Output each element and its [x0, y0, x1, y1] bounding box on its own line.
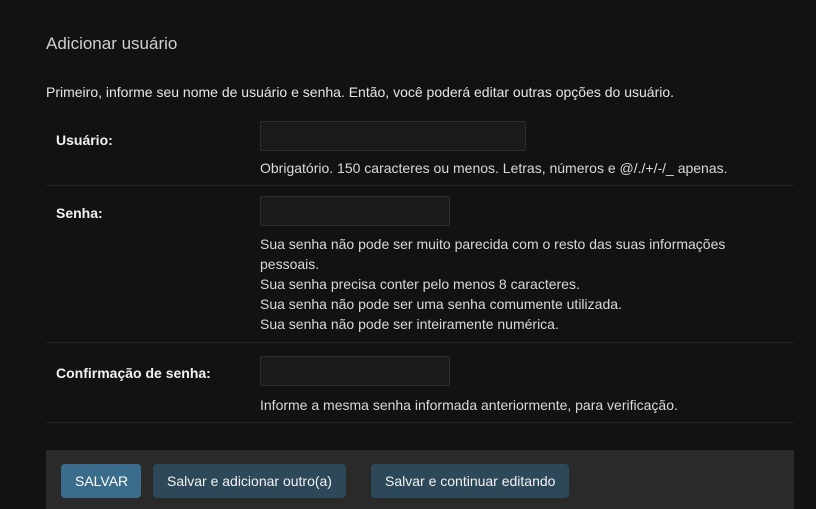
password-help-item: Sua senha precisa conter pelo menos 8 ca… [260, 276, 580, 292]
form-row-password-confirm: Confirmação de senha: Informe a mesma se… [46, 343, 794, 423]
password-label: Senha: [56, 205, 103, 221]
username-help-text: Obrigatório. 150 caracteres ou menos. Le… [260, 160, 728, 176]
password-confirm-label: Confirmação de senha: [56, 365, 211, 381]
password-help-item: Sua senha não pode ser muito parecida co… [260, 236, 726, 272]
password-help-list: Sua senha não pode ser muito parecida co… [260, 234, 780, 334]
password-input[interactable] [260, 196, 450, 226]
save-button[interactable]: SALVAR [61, 464, 141, 498]
form-intro-text: Primeiro, informe seu nome de usuário e … [46, 84, 675, 100]
password-confirm-input[interactable] [260, 356, 450, 386]
form-row-password: Senha: Sua senha não pode ser muito pare… [46, 186, 794, 343]
password-confirm-help-text: Informe a mesma senha informada anterior… [260, 397, 678, 413]
save-and-continue-button[interactable]: Salvar e continuar editando [371, 464, 570, 498]
password-help-item: Sua senha não pode ser inteiramente numé… [260, 316, 559, 332]
username-input[interactable] [260, 121, 526, 151]
add-user-page: Adicionar usuário Primeiro, informe seu … [0, 0, 816, 509]
form-row-username: Usuário: Obrigatório. 150 caracteres ou … [46, 112, 794, 186]
page-title: Adicionar usuário [46, 34, 178, 53]
save-and-add-another-button[interactable]: Salvar e adicionar outro(a) [153, 464, 346, 498]
username-label: Usuário: [56, 132, 113, 148]
password-help-item: Sua senha não pode ser uma senha comumen… [260, 296, 622, 312]
submit-row: SALVAR Salvar e adicionar outro(a) Salva… [46, 450, 794, 509]
